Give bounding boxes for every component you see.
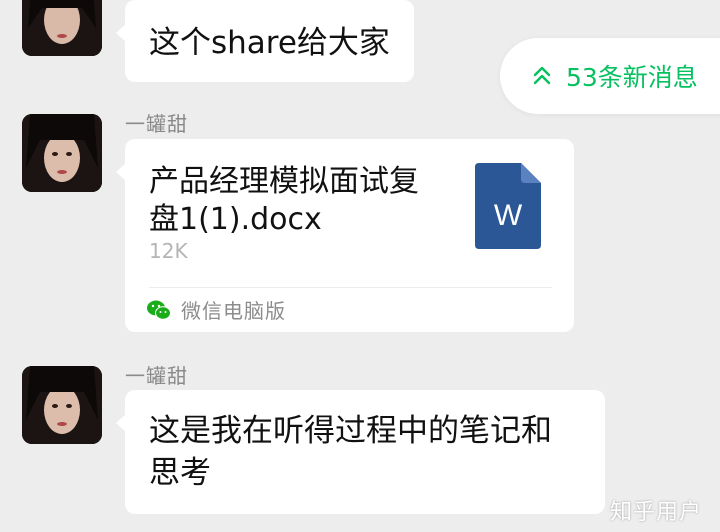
message-text: 这是我在听得过程中的笔记和思考	[149, 413, 552, 491]
word-icon-letter: W	[494, 199, 523, 232]
sender-name: 一罐甜	[125, 112, 188, 136]
new-messages-button[interactable]: 53条新消息	[500, 38, 720, 114]
chat-screen: 这个share给大家 53条新消息 一罐甜 产品经理模拟面试复盘1(1).doc…	[0, 0, 720, 532]
message-bubble[interactable]: 这个share给大家	[116, 0, 414, 82]
wechat-icon	[147, 300, 171, 320]
file-name: 产品经理模拟面试复盘1(1).docx	[149, 164, 419, 237]
sender-name: 一罐甜	[125, 364, 188, 388]
new-messages-label: 53条新消息	[566, 63, 698, 92]
message-bubble[interactable]: 这是我在听得过程中的笔记和思考	[116, 390, 605, 514]
file-size: 12K	[149, 239, 188, 263]
file-message-card[interactable]: 产品经理模拟面试复盘1(1).docx 12K W 微信电脑版	[116, 139, 574, 332]
avatar[interactable]	[22, 0, 102, 56]
avatar[interactable]	[22, 366, 102, 444]
double-chevron-up-icon	[533, 66, 551, 85]
watermark: 知乎用户	[610, 500, 703, 525]
avatar[interactable]	[22, 114, 102, 192]
word-document-icon: W	[475, 163, 541, 249]
message-text: 这个share给大家	[149, 25, 390, 61]
divider	[149, 287, 552, 288]
file-source-label: 微信电脑版	[181, 299, 286, 323]
file-source: 微信电脑版	[147, 295, 286, 324]
